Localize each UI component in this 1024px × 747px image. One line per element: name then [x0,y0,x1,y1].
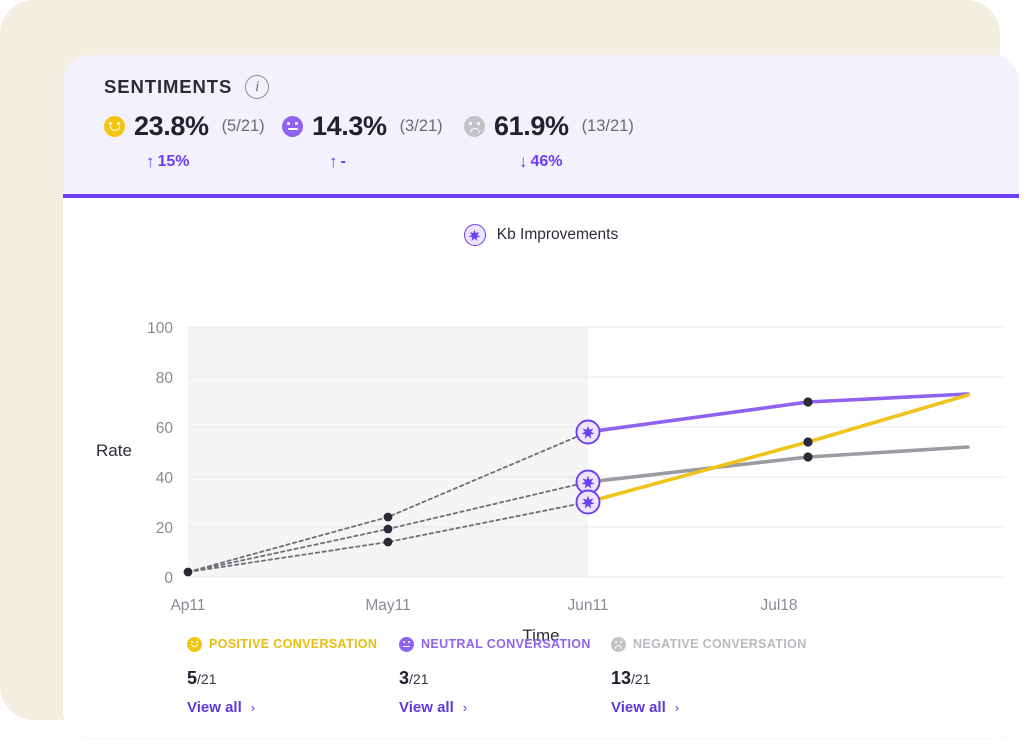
legend-negative-head: NEGATIVE CONVERSATION [611,635,823,653]
chart-plot: 100 80 60 40 20 0 Rate Ap11 May11 Jun11 … [63,202,1019,622]
stat-neutral-main: 14.3% (3/21) [282,109,464,143]
chart-line-positive [586,393,970,504]
legend-positive-count: 5/21 [187,668,399,689]
legend-negative-count-denominator: /21 [631,671,651,687]
sentiments-card: SENTIMENTS i 23.8% (5/21) ↑ 15% 14.3% (3… [63,55,1019,738]
chart-x-axis-ticks: Ap11 May11 Jun11 Jul18 [170,597,797,614]
svg-text:80: 80 [156,370,174,387]
stat-neutral: 14.3% (3/21) ↑ - [282,109,464,172]
svg-text:Jun11: Jun11 [567,597,608,614]
chevron-right-icon: › [250,700,256,715]
svg-text:100: 100 [147,320,173,337]
legend-negative-count-value: 13 [611,668,632,688]
smiley-happy-icon [187,636,202,652]
svg-text:Jul18: Jul18 [760,597,797,614]
legend-column-positive: POSITIVE CONVERSATION 5/21 View all › [187,635,399,716]
kb-improvement-marker-icon [575,489,601,515]
sentiments-title-row: SENTIMENTS i [104,75,270,99]
stat-negative-delta-value: 46% [530,153,563,170]
stat-negative-delta: ↓ 46% [464,152,664,172]
legend-neutral-count-value: 3 [399,668,410,688]
legend-neutral-label: NEUTRAL CONVERSATION [421,637,591,651]
legend-column-negative: NEGATIVE CONVERSATION 13/21 View all › [611,635,823,716]
legend-neutral-head: NEUTRAL CONVERSATION [399,635,611,653]
stat-positive-main: 23.8% (5/21) [104,109,282,143]
stat-negative-percent: 61.9% [494,110,569,141]
view-all-negative-link[interactable]: View all › [611,699,823,716]
chevron-right-icon: › [674,700,680,715]
legend-neutral-count: 3/21 [399,668,611,689]
legend-column-neutral: NEUTRAL CONVERSATION 3/21 View all › [399,635,611,716]
stat-neutral-delta: ↑ - [282,152,464,172]
legend-positive-count-denominator: /21 [197,671,217,687]
conversation-summary-legend: POSITIVE CONVERSATION 5/21 View all › NE… [187,635,823,716]
kb-improvement-marker-icon [575,419,601,445]
chevron-right-icon: › [462,700,468,715]
stat-positive: 23.8% (5/21) ↑ 15% [104,109,282,172]
stat-positive-delta: ↑ 15% [104,152,282,172]
stat-negative: 61.9% (13/21) ↓ 46% [464,109,664,172]
arrow-down-icon: ↓ [519,152,528,171]
legend-neutral-count-denominator: /21 [409,671,429,687]
stat-positive-fraction: (5/21) [221,116,265,135]
sentiment-stats-row: 23.8% (5/21) ↑ 15% 14.3% (3/21) ↑ - 61.9… [104,109,664,172]
smiley-happy-icon [104,115,125,137]
smiley-sad-icon [464,115,485,137]
legend-positive-head: POSITIVE CONVERSATION [187,635,399,653]
chart-y-axis-title: Rate [96,441,132,460]
view-all-negative-label: View all [611,699,666,716]
legend-positive-count-value: 5 [187,668,198,688]
view-all-positive-link[interactable]: View all › [187,699,399,716]
svg-text:Ap11: Ap11 [170,597,205,614]
view-all-positive-label: View all [187,699,242,716]
view-all-neutral-link[interactable]: View all › [399,699,611,716]
svg-text:0: 0 [164,570,173,587]
legend-positive-label: POSITIVE CONVERSATION [209,637,378,651]
chart-y-axis-ticks: 100 80 60 40 20 0 [147,320,173,587]
smiley-neutral-icon [399,636,414,652]
sentiments-header: SENTIMENTS i 23.8% (5/21) ↑ 15% 14.3% (3… [63,55,1019,198]
stat-negative-fraction: (13/21) [581,116,634,135]
stat-negative-main: 61.9% (13/21) [464,109,664,143]
info-icon[interactable]: i [245,75,270,99]
stat-neutral-delta-value: - [340,153,346,170]
page-title: SENTIMENTS [104,76,233,97]
smiley-sad-icon [611,636,626,652]
svg-text:40: 40 [156,470,174,487]
svg-text:May11: May11 [365,597,410,614]
smiley-neutral-icon [282,115,303,137]
stat-neutral-percent: 14.3% [312,110,387,141]
stat-neutral-fraction: (3/21) [399,116,443,135]
svg-text:60: 60 [156,420,174,437]
arrow-up-icon: ↑ [146,152,155,171]
stat-positive-percent: 23.8% [134,110,209,141]
stat-positive-delta-value: 15% [157,153,190,170]
svg-text:20: 20 [156,520,174,537]
legend-negative-label: NEGATIVE CONVERSATION [633,637,807,651]
view-all-neutral-label: View all [399,699,454,716]
sentiment-trend-chart: Kb Improvements 100 80 60 40 20 0 Rate A… [63,202,1019,645]
legend-negative-count: 13/21 [611,668,823,689]
arrow-up-icon: ↑ [329,152,338,171]
